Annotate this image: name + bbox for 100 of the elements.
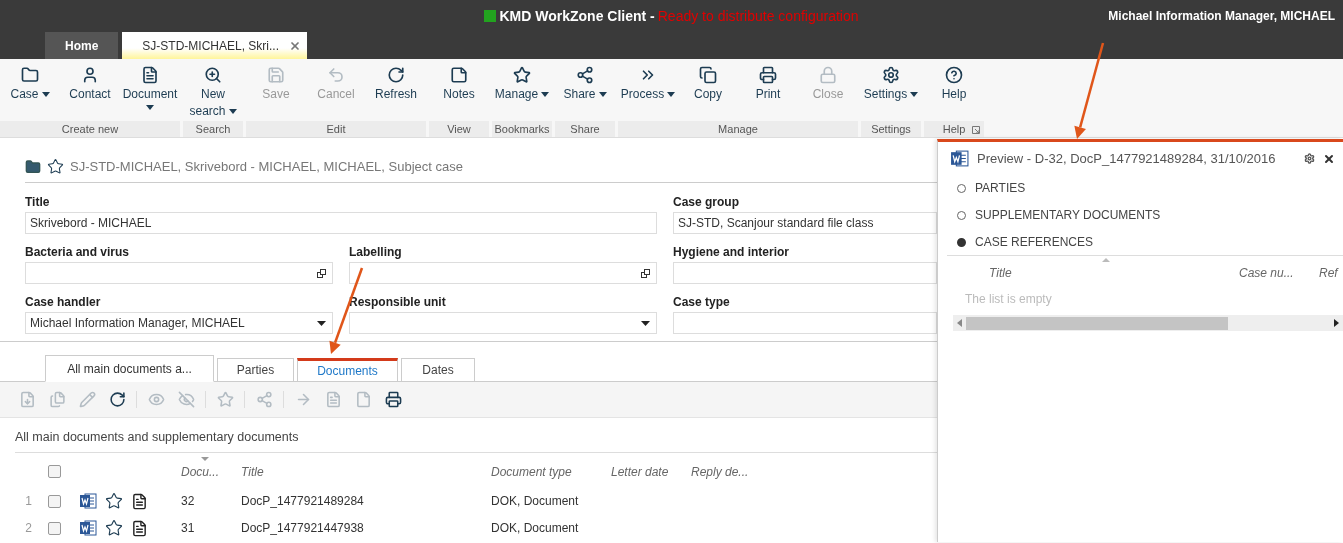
column-header[interactable]: Title [241,464,491,479]
field-label: Case handler [25,295,102,309]
radio-button[interactable] [957,237,966,247]
field-label: Labelling [349,245,403,259]
select-field[interactable]: Michael Information Manager, MICHAEL [25,312,333,334]
folder-icon [25,158,41,175]
column-header[interactable]: Ref [1319,266,1343,288]
ribbon-button[interactable]: Case [0,59,60,121]
ribbon-button[interactable]: Share [555,59,615,121]
ribbon-button[interactable]: Document [120,59,180,121]
scroll-right-icon[interactable] [1334,319,1339,327]
input-field[interactable]: SJ-STD, Scanjour standard file class [673,212,937,234]
section-label[interactable]: PARTIES [975,181,1026,195]
column-header[interactable]: Letter date [611,464,691,479]
popout-icon[interactable] [317,268,326,278]
search-plus-icon [204,66,222,84]
word-document-icon [79,519,97,538]
ribbon-button[interactable]: Print [738,59,798,121]
table-cell-text: DOK, Document [491,494,580,508]
document-icon [141,66,159,84]
document-tab[interactable]: All main documents a... [45,355,214,382]
note-icon [450,66,468,84]
table-cell-text: 32 [181,494,196,508]
star-icon[interactable] [47,158,64,175]
refresh-icon [387,66,405,84]
column-header[interactable]: Document type [491,464,611,479]
scroll-left-icon[interactable] [957,319,962,327]
field-label: Hygiene and interior [673,245,791,259]
help-icon [945,66,963,84]
close-icon[interactable] [1323,152,1335,165]
star-icon[interactable] [105,519,123,538]
ribbon-group-label: Search [183,121,243,137]
ribbon-group-label: Manage [618,121,858,137]
ribbon-button[interactable]: Manage [492,59,552,121]
case-heading: SJ-STD-MICHAEL, Skrivebord - MICHAEL, MICHAEL, Subject case [70,159,463,174]
window-tab[interactable]: Home [45,32,119,59]
field-label: Title [25,195,51,209]
ribbon-button[interactable]: Refresh [366,59,426,121]
ribbon-button[interactable]: Settings [861,59,921,121]
person-icon [81,66,99,84]
star-icon [513,66,531,84]
column-header[interactable]: Case nu... [1239,266,1319,288]
input-field[interactable] [673,312,937,334]
sort-icon [201,456,209,461]
column-header[interactable]: Title [989,266,1239,288]
star-icon[interactable] [105,492,123,510]
window-tab[interactable]: SJ-STD-MICHAEL, Skri... [122,32,308,59]
word-document-icon [79,492,97,510]
document-tab[interactable]: Parties [217,358,294,382]
save-icon [267,66,285,84]
section-label[interactable]: SUPPLEMENTARY DOCUMENTS [975,208,1161,222]
caret-icon [641,320,650,326]
ribbon-button[interactable]: New search [183,59,243,121]
ribbon-group-label: Edit [246,121,426,137]
folders-icon [699,66,717,84]
column-header[interactable]: Reply de... [691,464,791,479]
dialog-launcher-icon[interactable] [972,126,980,134]
settings-icon[interactable] [1304,153,1315,164]
column-header[interactable]: Docu... [181,464,241,479]
empty-message: The list is empty [964,291,1053,306]
popout-icon[interactable] [641,268,650,278]
word-document-icon [950,149,969,168]
list-title: All main documents and supplementary documents [15,430,937,454]
radio-button[interactable] [957,210,966,220]
app-title: KMD WorkZone Client - [499,8,655,24]
ribbon-group-label: Share [555,121,615,137]
radio-button[interactable] [957,183,966,193]
document-tab[interactable]: Dates [401,358,475,382]
ribbon-group-label: Create new [0,121,180,137]
ribbon-button[interactable]: Help [924,59,984,121]
input-field[interactable] [25,262,333,284]
checkbox[interactable] [48,465,61,479]
ribbon-button[interactable]: Process [618,59,678,121]
status-square-icon [484,10,497,22]
field-label: Case group [673,195,740,209]
input-field[interactable]: Skrivebord - MICHAEL [25,212,657,234]
document-tab[interactable]: Documents [297,358,398,382]
folder-icon [21,66,39,84]
ribbon-button[interactable]: Contact [60,59,120,121]
caret-icon [317,320,326,326]
ribbon-group-label: Help [924,121,984,137]
scrollbar[interactable] [953,315,1343,331]
ribbon-group-label: Settings [861,121,921,137]
gear-icon [882,66,900,84]
checkbox[interactable] [48,521,61,535]
checkbox[interactable] [48,494,61,508]
field-label: Case type [673,295,731,309]
preview-title: Preview - D-32, DocP_1477921489284, 31/10/2016 [977,151,1277,166]
lock-icon [819,66,837,84]
table-cell-text: 31 [181,521,196,536]
section-label[interactable]: CASE REFERENCES [975,235,1094,249]
ribbon-button[interactable]: Notes [429,59,489,121]
input-field[interactable] [673,262,937,284]
input-field[interactable] [349,262,657,284]
row-number: 1 [24,494,33,508]
share-icon [576,66,594,84]
table-cell-text: DocP_1477921447938 [241,521,365,536]
select-field[interactable] [349,312,657,334]
sort-icon [1102,258,1110,262]
ribbon-button[interactable]: Copy [678,59,738,121]
